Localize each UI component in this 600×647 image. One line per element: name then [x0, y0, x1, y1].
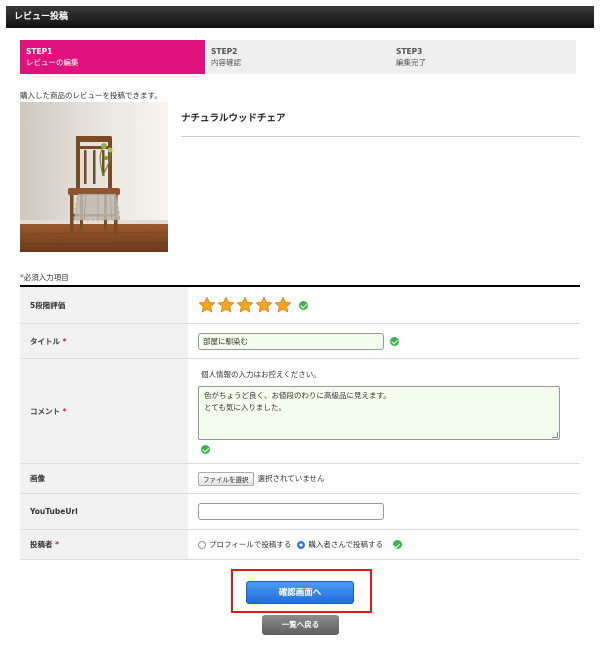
step-2-number: STEP2 [211, 47, 238, 56]
youtube-row: YouTubeUrl [20, 494, 580, 530]
radio-buyer-label[interactable]: 購入者さんで投稿する [308, 539, 383, 550]
radio-profile-label[interactable]: プロフィールで投稿する [209, 539, 291, 550]
step-1-number: STEP1 [26, 47, 53, 56]
radio-profile[interactable] [198, 540, 206, 549]
title-input[interactable]: 部屋に馴染む [198, 332, 384, 350]
comment-textarea[interactable]: 色がちょうど良く、お値段のわりに高級品に見えます。 とても気に入りました。 [198, 385, 560, 440]
step-1-label: レビューの編集 [26, 58, 79, 67]
file-status: 選択されていません [257, 474, 325, 483]
rating-row: 5段階評価 [20, 287, 580, 324]
required-note-text: 必須入力項目 [23, 273, 69, 282]
comment-label: コメント * [20, 359, 188, 463]
star-4-icon[interactable] [255, 296, 273, 314]
title-required-mark: * [62, 336, 67, 346]
star-1-icon[interactable] [198, 296, 216, 314]
wooden-chair-photo-icon [20, 102, 168, 252]
youtube-value [188, 494, 580, 529]
youtube-input[interactable] [198, 503, 384, 520]
rating-value [188, 287, 580, 323]
product-image [20, 102, 168, 252]
product-name: ナチュラルウッドチェア [181, 113, 286, 124]
product-divider [181, 136, 580, 137]
choose-file-button[interactable]: ファイルを選択 [198, 471, 254, 486]
page-header: レビュー投稿 [6, 6, 594, 28]
star-3-icon[interactable] [236, 296, 254, 314]
required-note: *必須入力項目 [20, 272, 69, 283]
title-row: タイトル * 部屋に馴染む [20, 324, 580, 359]
poster-required-mark: * [55, 540, 60, 549]
intro-text: 購入した商品のレビューを投稿できます。 [20, 91, 162, 100]
back-to-list-button[interactable]: 一覧へ戻る [262, 615, 339, 635]
step-2-label: 内容確認 [211, 58, 241, 67]
poster-label: 投稿者 * [20, 530, 188, 559]
comment-value: 個人情報の入力はお控えください。 色がちょうど良く、お値段のわりに高級品に見えま… [188, 359, 580, 463]
step-3-label: 編集完了 [396, 58, 426, 67]
comment-note: 個人情報の入力はお控えください。 [201, 369, 321, 379]
step-1: STEP1 レビューの編集 [20, 40, 205, 74]
poster-label-text: 投稿者 [30, 540, 53, 549]
image-row: 画像 ファイルを選択 選択されていません [20, 464, 580, 494]
review-form: 5段階評価 タイトル * 部屋に馴染む コメント * 個人情報の入力はお控えくだ… [20, 285, 580, 560]
star-2-icon[interactable] [217, 296, 235, 314]
rating-label: 5段階評価 [20, 287, 188, 323]
comment-label-text: コメント [30, 406, 60, 416]
poster-row: 投稿者 * プロフィールで投稿する 購入者さんで投稿する [20, 530, 580, 560]
title-value: 部屋に馴染む [188, 324, 580, 358]
page-title: レビュー投稿 [14, 12, 69, 22]
title-label-text: タイトル [30, 336, 60, 346]
poster-check-icon [392, 540, 402, 549]
comment-check-icon [201, 444, 210, 454]
comment-row: コメント * 個人情報の入力はお控えください。 色がちょうど良く、お値段のわりに… [20, 359, 580, 464]
confirm-button[interactable]: 確認画面へ [246, 581, 354, 604]
image-value: ファイルを選択 選択されていません [188, 464, 580, 493]
image-label: 画像 [20, 464, 188, 493]
title-check-icon [390, 336, 399, 346]
star-5-icon[interactable] [274, 296, 292, 314]
step-3-number: STEP3 [396, 47, 423, 56]
poster-value: プロフィールで投稿する 購入者さんで投稿する [188, 530, 580, 559]
step-2: STEP2 内容確認 [205, 40, 390, 74]
step-indicator: STEP1 レビューの編集 STEP2 内容確認 STEP3 編集完了 [20, 40, 576, 74]
step-3: STEP3 編集完了 [390, 40, 575, 74]
rating-check-icon [299, 300, 308, 310]
comment-required-mark: * [62, 406, 67, 416]
title-label: タイトル * [20, 324, 188, 358]
youtube-label: YouTubeUrl [20, 494, 188, 529]
radio-buyer[interactable] [297, 540, 306, 549]
